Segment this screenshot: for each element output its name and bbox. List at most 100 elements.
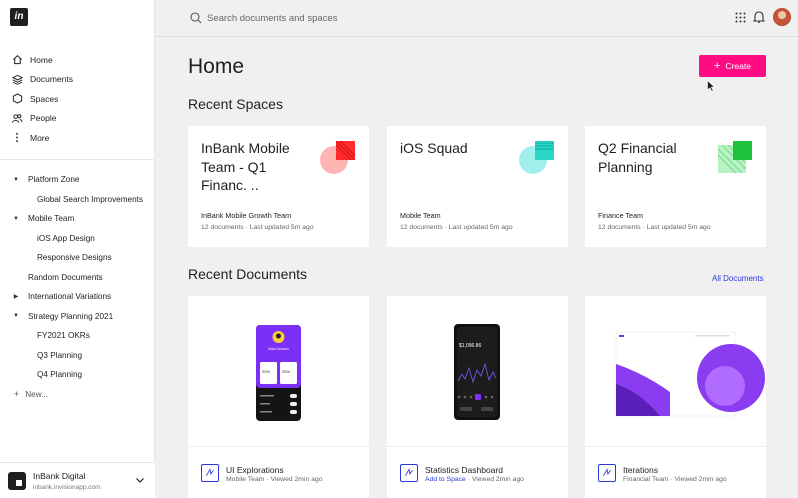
document-type-icon xyxy=(400,464,418,482)
nav-item-spaces[interactable]: Spaces xyxy=(0,89,155,109)
hexagon-icon xyxy=(11,93,23,105)
page-title: Home xyxy=(188,55,245,78)
tree-item-label: iOS App Design xyxy=(37,233,95,243)
sidebar-divider xyxy=(0,159,155,160)
caret-down-icon[interactable]: ▼ xyxy=(11,313,21,319)
top-bar xyxy=(155,0,798,37)
nav-item-more[interactable]: More xyxy=(0,128,155,148)
tree-item-fy2021-okrs[interactable]: FY2021 OKRs xyxy=(0,326,155,346)
workspace-name: InBank Digital xyxy=(33,471,86,481)
create-button[interactable]: + Create xyxy=(699,55,766,77)
more-vertical-icon xyxy=(11,132,23,144)
caret-down-icon[interactable]: ▼ xyxy=(11,177,21,183)
tree-item-q4-planning[interactable]: Q4 Planning xyxy=(0,365,155,385)
bell-icon[interactable] xyxy=(753,10,765,24)
document-viewed: Viewed 2min ago xyxy=(674,476,727,483)
document-meta: Financial Team · Viewed 2min ago xyxy=(623,476,727,483)
space-cover-icon xyxy=(320,140,356,174)
website-preview: Pick Is Your Dollar. Travel Light. xyxy=(615,331,765,417)
space-cover-icon xyxy=(519,141,554,174)
tree-item-label: Strategy Planning 2021 xyxy=(28,311,114,321)
recent-spaces-heading: Recent Spaces xyxy=(188,96,283,112)
nav-item-label: Home xyxy=(30,54,53,65)
tree-item-responsive-designs[interactable]: Responsive Designs xyxy=(0,248,155,268)
space-name: Q2 Financial Planning xyxy=(598,140,677,175)
document-team: Mobile Team xyxy=(226,476,265,483)
space-name: iOS Squad xyxy=(400,140,468,156)
nav-item-label: Spaces xyxy=(30,93,59,104)
website-headline: Pick Is Your Dollar. Travel Light. xyxy=(625,353,678,357)
space-meta: 12 documents · Last updated 5m ago xyxy=(400,224,513,231)
add-to-space-link[interactable]: Add to Space xyxy=(425,476,466,483)
document-name: UI Explorations xyxy=(226,465,284,475)
people-icon xyxy=(11,112,23,124)
tree-item-random-documents[interactable]: Random Documents xyxy=(0,268,155,288)
document-viewed: Viewed 2min ago xyxy=(270,476,323,483)
tree-item-label: Random Documents xyxy=(28,272,103,282)
layers-icon xyxy=(11,73,23,85)
dashboard-app-preview: $1,096.86 xyxy=(454,324,500,420)
tree-item-platform-zone[interactable]: ▼ Platform Zone xyxy=(0,170,155,190)
document-meta: Add to Space · Viewed 2min ago xyxy=(425,476,524,483)
space-meta: 12 documents · Last updated 5m ago xyxy=(201,224,314,231)
tree-item-label: Q4 Planning xyxy=(37,370,83,380)
invision-logo-icon[interactable]: in xyxy=(10,8,28,26)
stat-value-b: 25% xyxy=(282,369,290,374)
nav-item-documents[interactable]: Documents xyxy=(0,70,155,90)
search-input[interactable] xyxy=(207,9,507,27)
space-name: InBank Mobile Team - Q1 Financ. .. xyxy=(201,140,290,193)
space-card[interactable]: iOS Squad Mobile Team 12 documents · Las… xyxy=(387,126,568,247)
nav-item-home[interactable]: Home xyxy=(0,50,155,70)
document-card[interactable]: Pick Is Your Dollar. Travel Light. Itera… xyxy=(585,296,766,498)
nav-item-label: Documents xyxy=(30,74,73,85)
apps-grid-icon[interactable] xyxy=(735,12,746,23)
document-card[interactable]: Alicia Johnson 20% 25% UI Explorations M… xyxy=(188,296,369,498)
tree-item-strategy-planning[interactable]: ▼ Strategy Planning 2021 xyxy=(0,307,155,327)
new-space-button[interactable]: + New... xyxy=(0,385,155,405)
nav-item-people[interactable]: People xyxy=(0,109,155,129)
tree-item-label: International Variations xyxy=(28,292,112,302)
workspace-switcher[interactable]: InBank Digital inbank.invisionapp.com xyxy=(0,462,155,498)
stat-value-a: 20% xyxy=(262,369,270,374)
document-thumbnail: $1,096.86 xyxy=(387,296,568,446)
spaces-tree: ▼ Platform Zone Global Search Improvemen… xyxy=(0,170,155,404)
tree-item-label: Global Search Improvements xyxy=(37,194,144,204)
nav-item-label: People xyxy=(30,113,57,124)
main-nav: Home Documents Spaces People More xyxy=(0,50,155,148)
home-icon xyxy=(11,54,23,66)
document-thumbnail: Pick Is Your Dollar. Travel Light. xyxy=(585,296,766,446)
caret-right-icon[interactable]: ▶ xyxy=(11,293,21,300)
tree-item-mobile-team[interactable]: ▼ Mobile Team xyxy=(0,209,155,229)
tree-item-label: Mobile Team xyxy=(28,214,75,224)
document-type-icon xyxy=(201,464,219,482)
tree-item-international-variations[interactable]: ▶ International Variations xyxy=(0,287,155,307)
chevron-down-icon[interactable] xyxy=(135,475,145,485)
space-team: InBank Mobile Growth Team xyxy=(201,211,292,220)
space-team: Mobile Team xyxy=(400,211,441,220)
tree-item-q3-planning[interactable]: Q3 Planning xyxy=(0,346,155,366)
space-card[interactable]: Q2 Financial Planning Finance Team 12 do… xyxy=(585,126,766,247)
create-label: Create xyxy=(725,61,751,71)
all-documents-link[interactable]: All Documents xyxy=(712,274,764,283)
plus-icon: + xyxy=(714,59,721,72)
document-card[interactable]: $1,096.86 Statistics Dashboard Add to Sp… xyxy=(387,296,568,498)
tree-item-label: Q3 Planning xyxy=(37,350,83,360)
space-team: Finance Team xyxy=(598,211,644,220)
workspace-logo-icon xyxy=(8,472,26,490)
space-card[interactable]: InBank Mobile Team - Q1 Financ. .. InBan… xyxy=(188,126,369,247)
document-name: Iterations xyxy=(623,465,658,475)
new-label: New... xyxy=(25,389,49,399)
document-team: Financial Team xyxy=(623,476,669,483)
workspace-url: inbank.invisionapp.com xyxy=(33,484,101,491)
document-meta: Mobile Team · Viewed 2min ago xyxy=(226,476,323,483)
document-type-icon xyxy=(598,464,616,482)
tree-item-label: FY2021 OKRs xyxy=(37,331,90,341)
mouse-cursor-icon xyxy=(707,80,715,92)
document-thumbnail: Alicia Johnson 20% 25% xyxy=(188,296,369,446)
caret-down-icon[interactable]: ▼ xyxy=(11,216,21,222)
tree-item-ios-app-design[interactable]: iOS App Design xyxy=(0,229,155,249)
user-avatar[interactable] xyxy=(773,8,791,26)
tree-item-label: Responsive Designs xyxy=(37,253,112,263)
tree-item-global-search[interactable]: Global Search Improvements xyxy=(0,190,155,210)
search-icon xyxy=(190,12,202,24)
